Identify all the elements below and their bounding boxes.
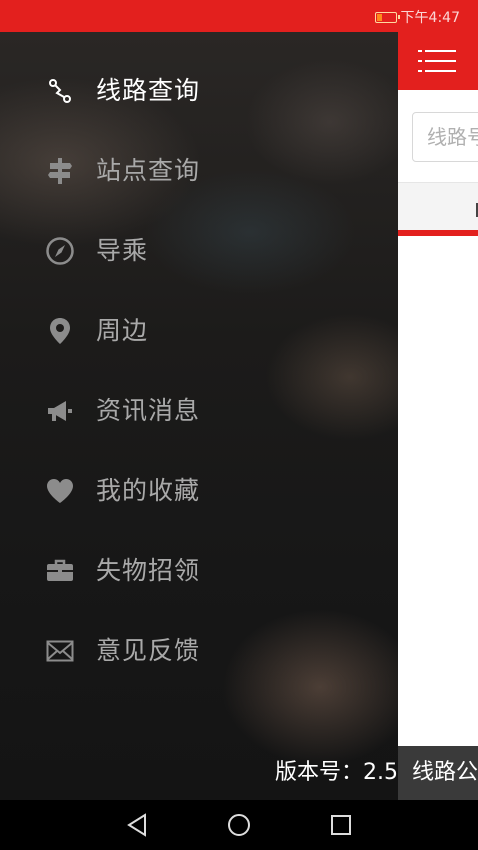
version-text: 版本号：2.5 [275, 760, 398, 785]
back-icon[interactable] [124, 812, 152, 838]
drawer-item-label: 周边 [96, 316, 149, 345]
navigation-drawer: 线路查询 站点查询 导乘 周边 资讯消息 我的收藏 失物招领 意见反馈 版本号：… [0, 32, 398, 800]
drawer-item-label: 资讯消息 [96, 396, 201, 425]
drawer-item-favorites[interactable]: 我的收藏 [0, 456, 398, 526]
drawer-item-label: 导乘 [96, 236, 149, 265]
home-icon[interactable] [225, 812, 253, 838]
briefcase-icon [45, 557, 75, 585]
route-search-input[interactable]: 线路号 [412, 112, 478, 162]
drawer-item-nearby[interactable]: 周边 [0, 296, 398, 366]
drawer-item-feedback[interactable]: 意见反馈 [0, 616, 398, 686]
navigation-bar [0, 800, 478, 850]
drawer-item-news[interactable]: 资讯消息 [0, 376, 398, 446]
drawer-item-label: 站点查询 [96, 156, 201, 185]
drawer-item-lost-found[interactable]: 失物招领 [0, 536, 398, 606]
drawer-item-station-query[interactable]: 站点查询 [0, 136, 398, 206]
heart-icon [45, 477, 75, 505]
drawer-item-route-query[interactable]: 线路查询 [0, 56, 398, 126]
megaphone-icon [45, 397, 75, 425]
compass-icon [45, 237, 75, 265]
tab-indicator [398, 230, 478, 236]
hamburger-menu-icon[interactable] [418, 48, 456, 74]
drawer-item-guide[interactable]: 导乘 [0, 216, 398, 286]
tab-strip [398, 182, 478, 231]
status-time: 下午4:47 [400, 10, 460, 26]
battery-low-icon [374, 11, 400, 23]
recent-apps-icon[interactable] [327, 812, 355, 838]
app-bar [398, 32, 478, 90]
status-bar: 下午4:47 [0, 0, 478, 32]
bottom-tab-bus-lines[interactable]: 线路公交 [398, 746, 478, 800]
envelope-icon [45, 637, 75, 665]
route-icon [45, 77, 75, 105]
drawer-item-label: 意见反馈 [96, 636, 201, 665]
drawer-item-label: 我的收藏 [96, 476, 201, 505]
drawer-item-label: 失物招领 [96, 556, 201, 585]
status-right: 下午4:47 [374, 7, 460, 27]
location-pin-icon [45, 317, 75, 345]
signpost-icon [45, 157, 75, 185]
drawer-item-label: 线路查询 [96, 76, 201, 105]
main-screen: 线路号 线路公交 [398, 32, 478, 800]
